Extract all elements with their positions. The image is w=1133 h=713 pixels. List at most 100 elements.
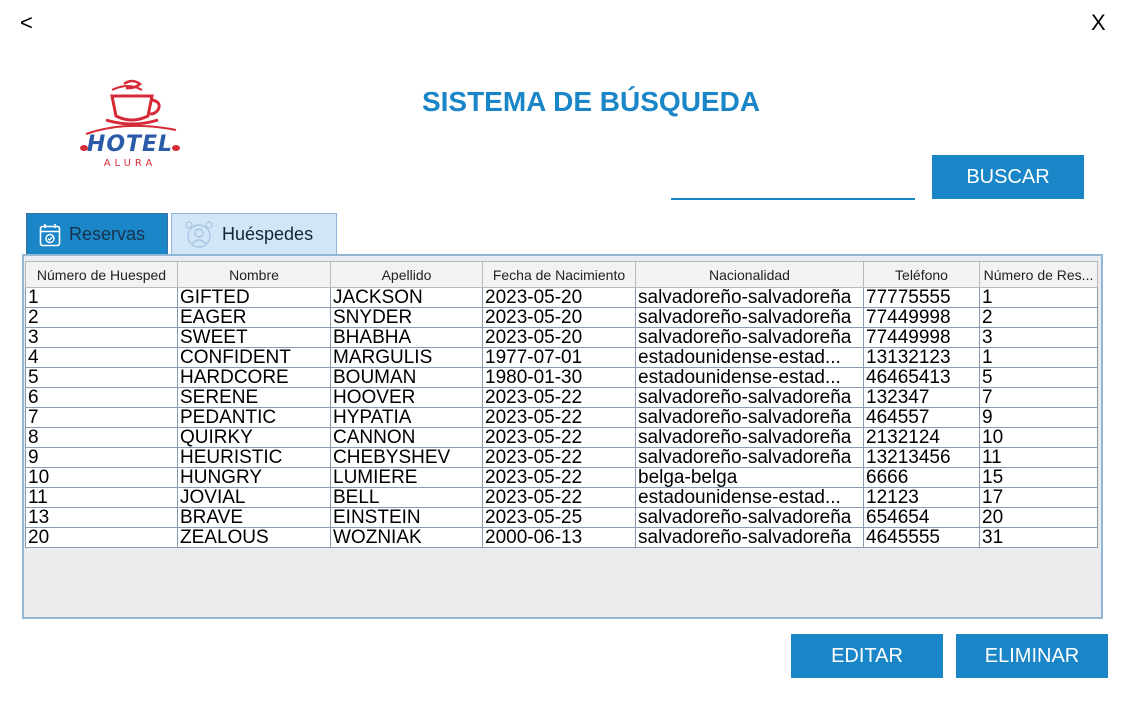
table-cell[interactable]: JOVIAL (177, 487, 331, 508)
table-cell[interactable]: ZEALOUS (177, 527, 331, 548)
table-cell[interactable]: 10 (979, 427, 1098, 448)
guests-table[interactable]: Número de Huesped Nombre Apellido Fecha de … (25, 261, 1099, 615)
table-cell[interactable]: HARDCORE (177, 367, 331, 388)
table-cell[interactable]: JACKSON (330, 287, 483, 308)
table-cell[interactable]: 12123 (863, 487, 980, 508)
table-cell[interactable]: 9 (25, 447, 178, 468)
table-cell[interactable]: SNYDER (330, 307, 483, 328)
table-row[interactable]: 8 QUIRKY CANNON 2023-05-22 salvadoreño-salva… (25, 427, 1098, 448)
table-cell[interactable]: 2023-05-20 (482, 327, 636, 348)
table-cell[interactable]: 10 (25, 467, 178, 488)
table-cell[interactable]: 20 (25, 527, 178, 548)
table-cell[interactable]: 4645555 (863, 527, 980, 548)
table-cell[interactable]: 1 (979, 287, 1098, 308)
table-cell[interactable]: salvadoreño-salvadoreña (635, 407, 864, 428)
table-cell[interactable]: 2 (979, 307, 1098, 328)
table-cell[interactable]: CANNON (330, 427, 483, 448)
table-cell[interactable]: BELL (330, 487, 483, 508)
table-cell[interactable]: salvadoreño-salvadoreña (635, 527, 864, 548)
table-cell[interactable]: 7 (25, 407, 178, 428)
table-cell[interactable]: 2023-05-20 (482, 287, 636, 308)
table-cell[interactable]: 2023-05-22 (482, 387, 636, 408)
table-cell[interactable]: salvadoreño-salvadoreña (635, 387, 864, 408)
table-cell[interactable]: 2023-05-22 (482, 427, 636, 448)
column-header[interactable]: Apellido (330, 261, 483, 288)
table-cell[interactable]: HEURISTIC (177, 447, 331, 468)
table-cell[interactable]: 13132123 (863, 347, 980, 368)
table-cell[interactable]: 13213456 (863, 447, 980, 468)
table-cell[interactable]: CHEBYSHEV (330, 447, 483, 468)
table-cell[interactable]: QUIRKY (177, 427, 331, 448)
delete-button[interactable]: ELIMINAR (956, 634, 1108, 678)
table-cell[interactable]: salvadoreño-salvadoreña (635, 287, 864, 308)
table-row[interactable]: 4 CONFIDENT MARGULIS 1977-07-01 estadouniden… (25, 347, 1098, 368)
table-row[interactable]: 2 EAGER SNYDER 2023-05-20 salvadoreño-salvad… (25, 307, 1098, 328)
table-cell[interactable]: 77449998 (863, 327, 980, 348)
table-cell[interactable]: salvadoreño-salvadoreña (635, 507, 864, 528)
column-header[interactable]: Fecha de Nacimiento (482, 261, 636, 288)
table-cell[interactable]: BHABHA (330, 327, 483, 348)
table-cell[interactable]: EINSTEIN (330, 507, 483, 528)
table-cell[interactable]: BRAVE (177, 507, 331, 528)
table-cell[interactable]: 5 (979, 367, 1098, 388)
table-cell[interactable]: belga-belga (635, 467, 864, 488)
table-cell[interactable]: PEDANTIC (177, 407, 331, 428)
table-cell[interactable]: 7 (979, 387, 1098, 408)
table-cell[interactable]: 3 (979, 327, 1098, 348)
table-cell[interactable]: 1 (25, 287, 178, 308)
table-row[interactable]: 9 HEURISTIC CHEBYSHEV 2023-05-22 salvadoreño… (25, 447, 1098, 468)
table-row[interactable]: 20 ZEALOUS WOZNIAK 2000-06-13 salvadoreño-sa… (25, 527, 1098, 548)
table-cell[interactable]: 1977-07-01 (482, 347, 636, 368)
table-cell[interactable]: estadounidense-estad... (635, 487, 864, 508)
table-cell[interactable]: 2023-05-20 (482, 307, 636, 328)
table-cell[interactable]: 8 (25, 427, 178, 448)
table-row[interactable]: 6 SERENE HOOVER 2023-05-22 salvadoreño-salva… (25, 387, 1098, 408)
column-header[interactable]: Número de Res... (979, 261, 1098, 288)
tab-huespedes[interactable]: Huéspedes (171, 213, 337, 255)
table-cell[interactable]: salvadoreño-salvadoreña (635, 427, 864, 448)
table-cell[interactable]: MARGULIS (330, 347, 483, 368)
back-button[interactable]: < (20, 10, 33, 36)
table-cell[interactable]: 11 (25, 487, 178, 508)
table-cell[interactable]: 654654 (863, 507, 980, 528)
table-cell[interactable]: EAGER (177, 307, 331, 328)
column-header[interactable]: Número de Huesped (25, 261, 178, 288)
table-cell[interactable]: 2023-05-22 (482, 447, 636, 468)
table-cell[interactable]: CONFIDENT (177, 347, 331, 368)
table-cell[interactable]: 2023-05-22 (482, 487, 636, 508)
table-cell[interactable]: 3 (25, 327, 178, 348)
table-cell[interactable]: 6 (25, 387, 178, 408)
table-cell[interactable]: 15 (979, 467, 1098, 488)
table-cell[interactable]: 132347 (863, 387, 980, 408)
table-cell[interactable]: GIFTED (177, 287, 331, 308)
table-cell[interactable]: 1980-01-30 (482, 367, 636, 388)
table-cell[interactable]: 2000-06-13 (482, 527, 636, 548)
search-button[interactable]: BUSCAR (932, 155, 1084, 199)
table-row[interactable]: 1 GIFTED JACKSON 2023-05-20 salvadoreño-salv… (25, 287, 1098, 308)
column-header[interactable]: Nacionalidad (635, 261, 864, 288)
table-cell[interactable]: HOOVER (330, 387, 483, 408)
table-row[interactable]: 5 HARDCORE BOUMAN 1980-01-30 estadounidense-… (25, 367, 1098, 388)
table-cell[interactable]: 1 (979, 347, 1098, 368)
table-cell[interactable]: BOUMAN (330, 367, 483, 388)
table-cell[interactable]: 9 (979, 407, 1098, 428)
table-cell[interactable]: 6666 (863, 467, 980, 488)
table-cell[interactable]: 2023-05-25 (482, 507, 636, 528)
table-row[interactable]: 10 HUNGRY LUMIERE 2023-05-22 belga-belga 6666… (25, 467, 1098, 488)
edit-button[interactable]: EDITAR (791, 634, 943, 678)
table-cell[interactable]: 77449998 (863, 307, 980, 328)
table-cell[interactable]: salvadoreño-salvadoreña (635, 307, 864, 328)
table-cell[interactable]: 46465413 (863, 367, 980, 388)
column-header[interactable]: Nombre (177, 261, 331, 288)
table-cell[interactable]: 2132124 (863, 427, 980, 448)
table-cell[interactable]: 4 (25, 347, 178, 368)
table-cell[interactable]: 31 (979, 527, 1098, 548)
table-cell[interactable]: 2023-05-22 (482, 407, 636, 428)
table-cell[interactable]: HYPATIA (330, 407, 483, 428)
table-cell[interactable]: salvadoreño-salvadoreña (635, 447, 864, 468)
table-cell[interactable]: 11 (979, 447, 1098, 468)
tab-reservas[interactable]: Reservas (26, 213, 168, 255)
table-cell[interactable]: 464557 (863, 407, 980, 428)
table-row[interactable]: 11 JOVIAL BELL 2023-05-22 estadounidense-est… (25, 487, 1098, 508)
table-cell[interactable]: LUMIERE (330, 467, 483, 488)
